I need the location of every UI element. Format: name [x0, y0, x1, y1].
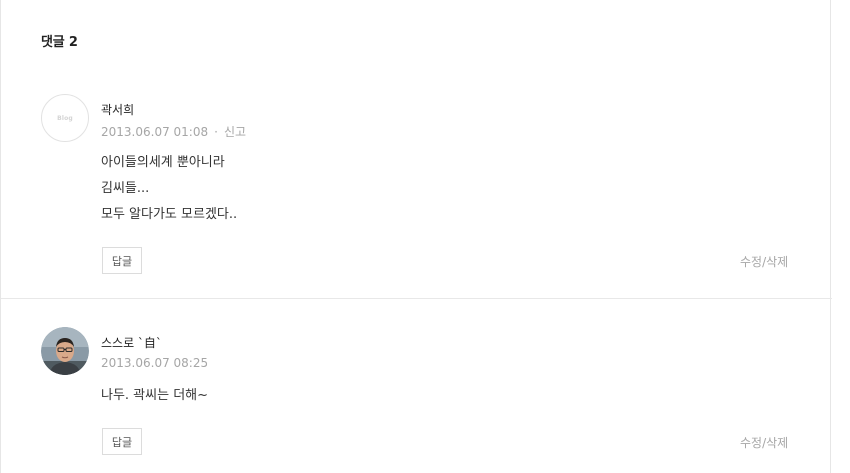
comment-author[interactable]: 곽서희 — [101, 101, 134, 118]
reply-button[interactable]: 답글 — [102, 428, 142, 455]
comment-author[interactable]: 스스로 `自` — [101, 334, 162, 351]
comments-panel: 댓글 2 Blog 곽서희 2013.06.07 01:08 · 신고 아이들의세계… — [0, 0, 832, 473]
reply-button[interactable]: 답글 — [102, 247, 142, 274]
comment-line: 나두. 곽씨는 더해~ — [101, 388, 209, 403]
comment-divider — [1, 298, 832, 299]
comment-date: 2013.06.07 08:25 — [101, 356, 209, 370]
comment-line: 아이들의세계 뿐아니라 — [101, 155, 225, 170]
blog-avatar-icon: Blog — [57, 114, 73, 122]
comment-body: 나두. 곽씨는 더해~ — [101, 383, 208, 409]
avatar[interactable] — [41, 327, 89, 375]
avatar[interactable]: Blog — [41, 94, 89, 142]
comment-body: 아이들의세계 뿐아니라 김씨들... 모두 알다가도 모르겠다.. — [101, 150, 237, 228]
edit-delete-link[interactable]: 수정/삭제 — [740, 434, 788, 451]
comments-title: 댓글 2 — [41, 35, 78, 50]
report-link[interactable]: 신고 — [224, 125, 246, 139]
edit-delete-link[interactable]: 수정/삭제 — [740, 253, 788, 270]
comment-meta: 2013.06.07 01:08 · 신고 — [101, 123, 246, 140]
comment-date: 2013.06.07 01:08 — [101, 125, 209, 139]
comment-line: 모두 알다가도 모르겠다.. — [101, 207, 238, 222]
comment-meta: 2013.06.07 08:25 — [101, 356, 208, 370]
comment-line: 김씨들... — [101, 181, 150, 196]
meta-separator: · — [214, 125, 218, 139]
user-photo-icon — [41, 327, 89, 375]
